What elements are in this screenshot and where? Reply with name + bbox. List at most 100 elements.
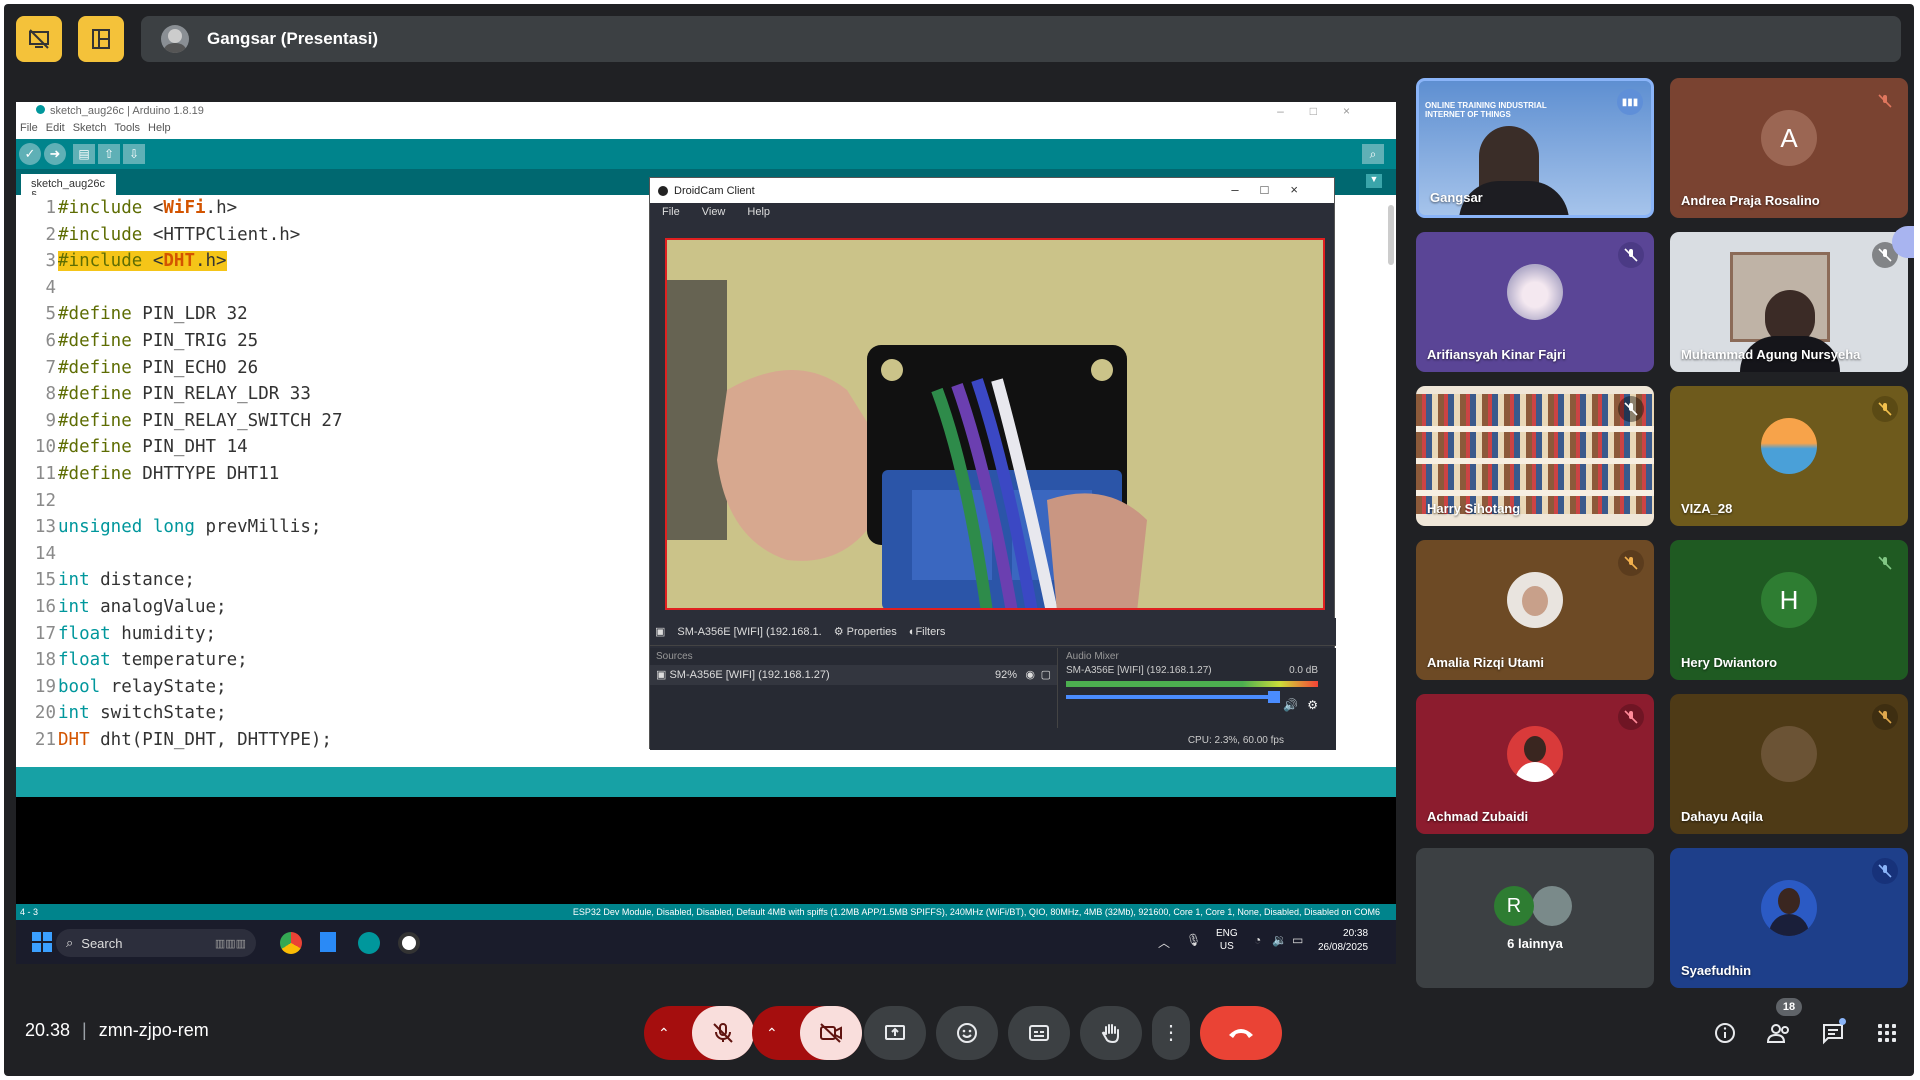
line-number: 3 — [45, 251, 56, 272]
editor-scrollbar[interactable] — [1388, 205, 1394, 265]
raise-hand-button[interactable] — [1080, 1006, 1142, 1060]
properties-button[interactable]: ⚙ Properties — [834, 625, 897, 638]
open-button[interactable]: ⇧ — [98, 144, 120, 164]
stop-presenting-button[interactable] — [16, 16, 62, 62]
mic-toggle-button[interactable] — [692, 1006, 754, 1060]
layout-button[interactable] — [78, 16, 124, 62]
participant-tile-amalia[interactable]: Amalia Rizqi Utami — [1416, 540, 1654, 680]
microphone-icon[interactable]: 🎙 — [1186, 933, 1201, 947]
droid-menu-view[interactable]: View — [702, 206, 726, 220]
menu-help[interactable]: Help — [148, 122, 171, 136]
menu-tools[interactable]: Tools — [114, 122, 140, 136]
menu-file[interactable]: File — [20, 122, 38, 136]
sources-header: Sources — [656, 651, 693, 662]
meeting-details-button[interactable] — [1710, 1018, 1740, 1048]
camera-toggle-button[interactable] — [800, 1006, 862, 1060]
lang-top: ENG — [1216, 928, 1238, 939]
language-indicator[interactable]: ENG US — [1216, 927, 1238, 953]
save-button[interactable]: ⇩ — [123, 144, 145, 164]
eye-icon[interactable]: ◉ — [1025, 665, 1035, 685]
up-arrow-icon: ⇧ — [103, 147, 115, 161]
captions-button[interactable] — [1008, 1006, 1070, 1060]
participant-tile-gangsar[interactable]: ONLINE TRAINING INDUSTRIAL INTERNET OF T… — [1416, 78, 1654, 218]
camera-off-icon — [820, 1023, 842, 1043]
participant-tile-hery[interactable]: H Hery Dwiantoro — [1670, 540, 1908, 680]
chevron-up-icon: ⌃ — [766, 1024, 778, 1041]
more-options-button[interactable]: ⋮ — [1152, 1006, 1190, 1060]
camera-options-button[interactable]: ⌃ — [766, 1025, 778, 1042]
lock-icon[interactable]: ▢ — [1041, 665, 1051, 685]
ide-console-bar — [16, 767, 1396, 797]
participant-tile-andrea[interactable]: A Andrea Praja Rosalino — [1670, 78, 1908, 218]
speaker-icon[interactable]: 🔊 — [1283, 698, 1298, 712]
participant-tile-dahayu[interactable]: Dahayu Aqila — [1670, 694, 1908, 834]
battery-icon[interactable]: ▭ — [1292, 933, 1303, 947]
line-number: 4 — [45, 277, 56, 298]
meeting-time: 20.38 — [25, 1020, 71, 1040]
participant-tile-syaefudhin[interactable]: Syaefudhin — [1670, 848, 1908, 988]
droid-menu-file[interactable]: File — [662, 206, 680, 220]
present-button[interactable] — [864, 1006, 926, 1060]
settings-icon[interactable]: ⚙ — [1307, 698, 1318, 712]
notepad-icon[interactable] — [320, 932, 336, 952]
avatar — [1761, 418, 1817, 474]
serial-monitor-button[interactable]: ⌕ — [1362, 144, 1384, 164]
chat-button[interactable] — [1818, 1018, 1848, 1048]
volume-slider[interactable] — [1066, 691, 1280, 703]
ide-window-title: sketch_aug26c | Arduino 1.8.19 — [50, 105, 204, 117]
verify-button[interactable]: ✓ — [19, 143, 41, 165]
meeting-code: zmn-zjpo-rem — [98, 1020, 209, 1040]
menu-sketch[interactable]: Sketch — [73, 122, 107, 136]
droidcam-source-bar: ▣ SM-A356E [WIFI] (192.168.1. ⚙ Properti… — [650, 618, 1336, 646]
participant-tile-viza[interactable]: VIZA_28 — [1670, 386, 1908, 526]
mic-off-icon — [713, 1023, 733, 1043]
chrome-icon[interactable] — [280, 932, 302, 954]
line-number: 18 — [34, 650, 56, 671]
participant-tile-arifiansyah[interactable]: Arifiansyah Kinar Fajri — [1416, 232, 1654, 372]
droid-menu-help[interactable]: Help — [747, 206, 770, 220]
taskbar-search[interactable]: ⌕ Search ▥▥▥ — [56, 929, 256, 957]
volume-icon[interactable]: 🔉 — [1272, 933, 1287, 947]
participant-tile-harry[interactable]: Harry Sihotang — [1416, 386, 1654, 526]
avatar — [1761, 880, 1817, 936]
droidcam-app-icon[interactable] — [398, 932, 420, 954]
mixer-db: 0.0 dB — [1289, 665, 1318, 676]
participant-name: Hery Dwiantoro — [1681, 655, 1778, 670]
muted-icon — [1618, 550, 1644, 576]
participant-tile-muhammad[interactable]: Muhammad Agung Nursyeha — [1670, 232, 1908, 372]
reactions-button[interactable] — [936, 1006, 998, 1060]
line-number: 10 — [34, 437, 56, 458]
source-item[interactable]: ▣ SM-A356E [WIFI] (192.168.1.27) 92% ◉ ▢ — [650, 665, 1057, 685]
leave-call-button[interactable] — [1200, 1006, 1282, 1060]
windows-start-icon[interactable] — [32, 932, 52, 952]
chevron-up-icon: ⌃ — [658, 1024, 670, 1041]
arduino-app-icon[interactable] — [358, 932, 380, 954]
tray-chevron-icon[interactable]: ︿ — [1158, 934, 1170, 951]
tab-menu-button[interactable]: ▼ — [1366, 174, 1382, 188]
chat-dot — [1839, 1018, 1846, 1025]
window-controls[interactable]: –□× — [1277, 104, 1376, 118]
new-button[interactable]: ▤ — [73, 144, 95, 164]
line-number: 11 — [34, 463, 56, 484]
droidcam-window-controls[interactable]: –□× — [1231, 182, 1320, 197]
clock[interactable]: 20:38 26/08/2025 — [1318, 927, 1368, 955]
upload-button[interactable]: ➜ — [44, 143, 66, 165]
new-file-icon: ▤ — [78, 147, 90, 161]
mic-options-button[interactable]: ⌃ — [658, 1025, 670, 1042]
avatar — [1507, 264, 1563, 320]
audio-wave-icon: ▮▮▮ — [1621, 96, 1639, 108]
menu-edit[interactable]: Edit — [46, 122, 65, 136]
tab-sketch[interactable]: sketch_aug26c § — [21, 174, 116, 202]
people-button[interactable]: 18 — [1764, 998, 1802, 1048]
down-arrow-icon: ⇩ — [128, 147, 140, 161]
participant-name: Achmad Zubaidi — [1427, 809, 1529, 824]
filters-button[interactable]: ◐Filters — [909, 626, 946, 638]
muted-icon — [1618, 704, 1644, 730]
participant-tile-achmad[interactable]: Achmad Zubaidi — [1416, 694, 1654, 834]
others-count-label: 6 lainnya — [1507, 936, 1563, 951]
participant-tile-others[interactable]: R 6 lainnya — [1416, 848, 1654, 988]
activities-button[interactable] — [1872, 1018, 1902, 1048]
line-number: 6 — [45, 330, 56, 351]
wifi-icon[interactable]: ◔ — [1254, 933, 1261, 947]
search-icon: ⌕ — [66, 935, 74, 950]
